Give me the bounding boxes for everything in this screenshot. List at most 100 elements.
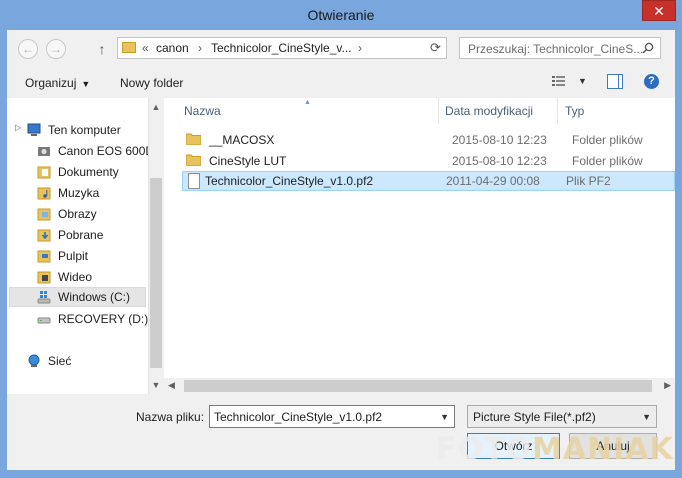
search-icon <box>642 42 654 54</box>
folder-icon <box>186 133 201 145</box>
sidebar-item-label: Ten komputer <box>48 123 121 137</box>
refresh-button[interactable]: ⟳ <box>425 37 447 59</box>
sidebar-item-videos[interactable]: Wideo <box>7 267 148 287</box>
sidebar-item-label: Muzyka <box>58 186 100 200</box>
scrollbar-thumb[interactable] <box>150 178 162 368</box>
expand-arrow-icon[interactable]: ▷ <box>15 123 21 132</box>
file-name: Technicolor_CineStyle_v1.0.pf2 <box>205 174 374 188</box>
sidebar-item-label: Dokumenty <box>58 165 119 179</box>
drive-icon <box>37 291 51 304</box>
desktop-icon <box>37 250 51 263</box>
nav-scrollbar[interactable]: ▲ ▼ <box>148 98 163 394</box>
address-segment-canon[interactable]: canon <box>156 41 189 55</box>
preview-pane-icon[interactable] <box>607 74 623 89</box>
close-button[interactable]: ✕ <box>642 0 676 21</box>
address-bar[interactable]: « canon › Technicolor_CineStyle_v... › <box>117 37 447 59</box>
sidebar-item-pictures[interactable]: Obrazy <box>7 204 148 224</box>
column-header-type[interactable]: Typ <box>565 104 584 118</box>
filename-value: Technicolor_CineStyle_v1.0.pf2 <box>214 410 383 424</box>
file-list: ▲ Nazwa Data modyfikacji Typ __MACOSX 20… <box>164 98 675 378</box>
filename-input[interactable]: Technicolor_CineStyle_v1.0.pf2 ▼ <box>209 405 455 428</box>
file-type: Folder plików <box>572 154 643 168</box>
sidebar-item-label: Pulpit <box>58 249 89 263</box>
filename-label: Nazwa pliku: <box>136 410 205 424</box>
address-segment-folder[interactable]: Technicolor_CineStyle_v... <box>211 41 352 55</box>
sidebar-item-label: Windows (C:) <box>58 290 131 304</box>
watermark: FOTOMANIAK <box>436 432 674 467</box>
dialog-client: ← → ↑ « canon › Technicolor_CineStyle_v.… <box>7 30 675 470</box>
sidebar-item-label: Wideo <box>58 270 93 284</box>
column-header-name[interactable]: Nazwa <box>184 104 221 118</box>
filetype-select[interactable]: Picture Style File(*.pf2) ▼ <box>467 405 657 428</box>
downloads-icon <box>37 229 51 242</box>
folder-icon <box>186 154 201 166</box>
file-type: Plik PF2 <box>566 174 611 188</box>
address-separator[interactable]: › <box>358 41 362 55</box>
chevron-down-icon[interactable]: ▼ <box>578 76 587 86</box>
file-name: __MACOSX <box>209 133 275 147</box>
address-separator[interactable]: › <box>198 41 202 55</box>
list-item[interactable]: __MACOSX 2015-08-10 12:23 Folder plików <box>182 130 675 150</box>
sidebar-item-documents[interactable]: Dokumenty <box>7 162 148 182</box>
list-item-selected[interactable]: Technicolor_CineStyle_v1.0.pf2 2011-04-2… <box>182 171 675 191</box>
help-icon[interactable]: ? <box>644 74 659 89</box>
file-name: CineStyle LUT <box>209 154 287 168</box>
sidebar-item-recovery-d[interactable]: RECOVERY (D:) <box>7 309 148 329</box>
chevron-down-icon: ▼ <box>81 79 91 89</box>
sidebar-item-label: RECOVERY (D:) <box>58 312 149 326</box>
sidebar-item-camera[interactable]: Canon EOS 600D <box>7 141 154 161</box>
scroll-down-icon[interactable]: ▼ <box>149 380 163 390</box>
view-options-icon[interactable] <box>552 75 566 87</box>
folder-icon <box>122 42 136 53</box>
search-placeholder: Przeszukaj: Technicolor_CineS... <box>468 42 644 56</box>
sidebar-item-label: Obrazy <box>58 207 97 221</box>
sidebar-item-music[interactable]: Muzyka <box>7 183 148 203</box>
chevron-down-icon[interactable]: ▼ <box>642 412 651 422</box>
chevron-down-icon[interactable]: ▼ <box>440 412 449 422</box>
dialog-frame: Otwieranie ✕ ← → ↑ « canon › Technicolor… <box>0 0 682 478</box>
search-input[interactable]: Przeszukaj: Technicolor_CineS... <box>459 37 661 59</box>
file-date: 2015-08-10 12:23 <box>452 154 547 168</box>
pictures-icon <box>37 208 51 221</box>
scroll-right-icon[interactable]: ▶ <box>664 380 671 391</box>
file-icon <box>188 173 200 189</box>
address-overflow[interactable]: « <box>142 41 149 55</box>
forward-button[interactable]: → <box>46 39 66 59</box>
scroll-up-icon[interactable]: ▲ <box>149 102 163 112</box>
sort-ascending-icon: ▲ <box>304 99 311 106</box>
sidebar-item-downloads[interactable]: Pobrane <box>7 225 148 245</box>
file-date: 2015-08-10 12:23 <box>452 133 547 147</box>
videos-icon <box>37 271 51 284</box>
watermark-part: MANIAK <box>531 432 674 467</box>
sidebar-item-this-pc[interactable]: ▷ Ten komputer <box>7 120 148 140</box>
new-folder-button[interactable]: Nowy folder <box>120 76 183 90</box>
column-divider[interactable] <box>438 98 439 124</box>
back-button[interactable]: ← <box>18 39 38 59</box>
command-bar: Organizuj ▼ Nowy folder <box>7 66 675 98</box>
organize-label: Organizuj <box>25 76 77 90</box>
column-header-date[interactable]: Data modyfikacji <box>445 104 533 118</box>
file-list-hscrollbar[interactable]: ◀ ▶ <box>164 378 675 394</box>
file-type: Folder plików <box>572 133 643 147</box>
organize-menu[interactable]: Organizuj ▼ <box>25 76 90 90</box>
up-button[interactable]: ↑ <box>95 39 109 59</box>
file-date: 2011-04-29 00:08 <box>446 174 540 188</box>
column-divider[interactable] <box>557 98 558 124</box>
sidebar-item-network[interactable]: Sieć <box>7 351 148 371</box>
list-item[interactable]: CineStyle LUT 2015-08-10 12:23 Folder pl… <box>182 151 675 171</box>
scroll-left-icon[interactable]: ◀ <box>168 380 175 391</box>
drive-icon <box>37 317 51 324</box>
documents-icon <box>37 166 51 179</box>
navigation-pane: ▷ Ten komputer Canon EOS 600D Dokumenty <box>7 98 154 394</box>
computer-icon <box>27 123 41 136</box>
sidebar-item-windows-c[interactable]: Windows (C:) <box>9 287 146 307</box>
music-icon <box>37 187 51 200</box>
watermark-part: FOTO <box>436 432 532 467</box>
title-bar: Otwieranie ✕ <box>0 0 682 30</box>
window-title: Otwieranie <box>307 7 375 23</box>
sidebar-item-label: Canon EOS 600D <box>58 144 155 158</box>
scrollbar-thumb[interactable] <box>184 380 652 392</box>
network-icon <box>28 354 40 367</box>
sidebar-item-desktop[interactable]: Pulpit <box>7 246 148 266</box>
camera-icon <box>38 147 50 156</box>
